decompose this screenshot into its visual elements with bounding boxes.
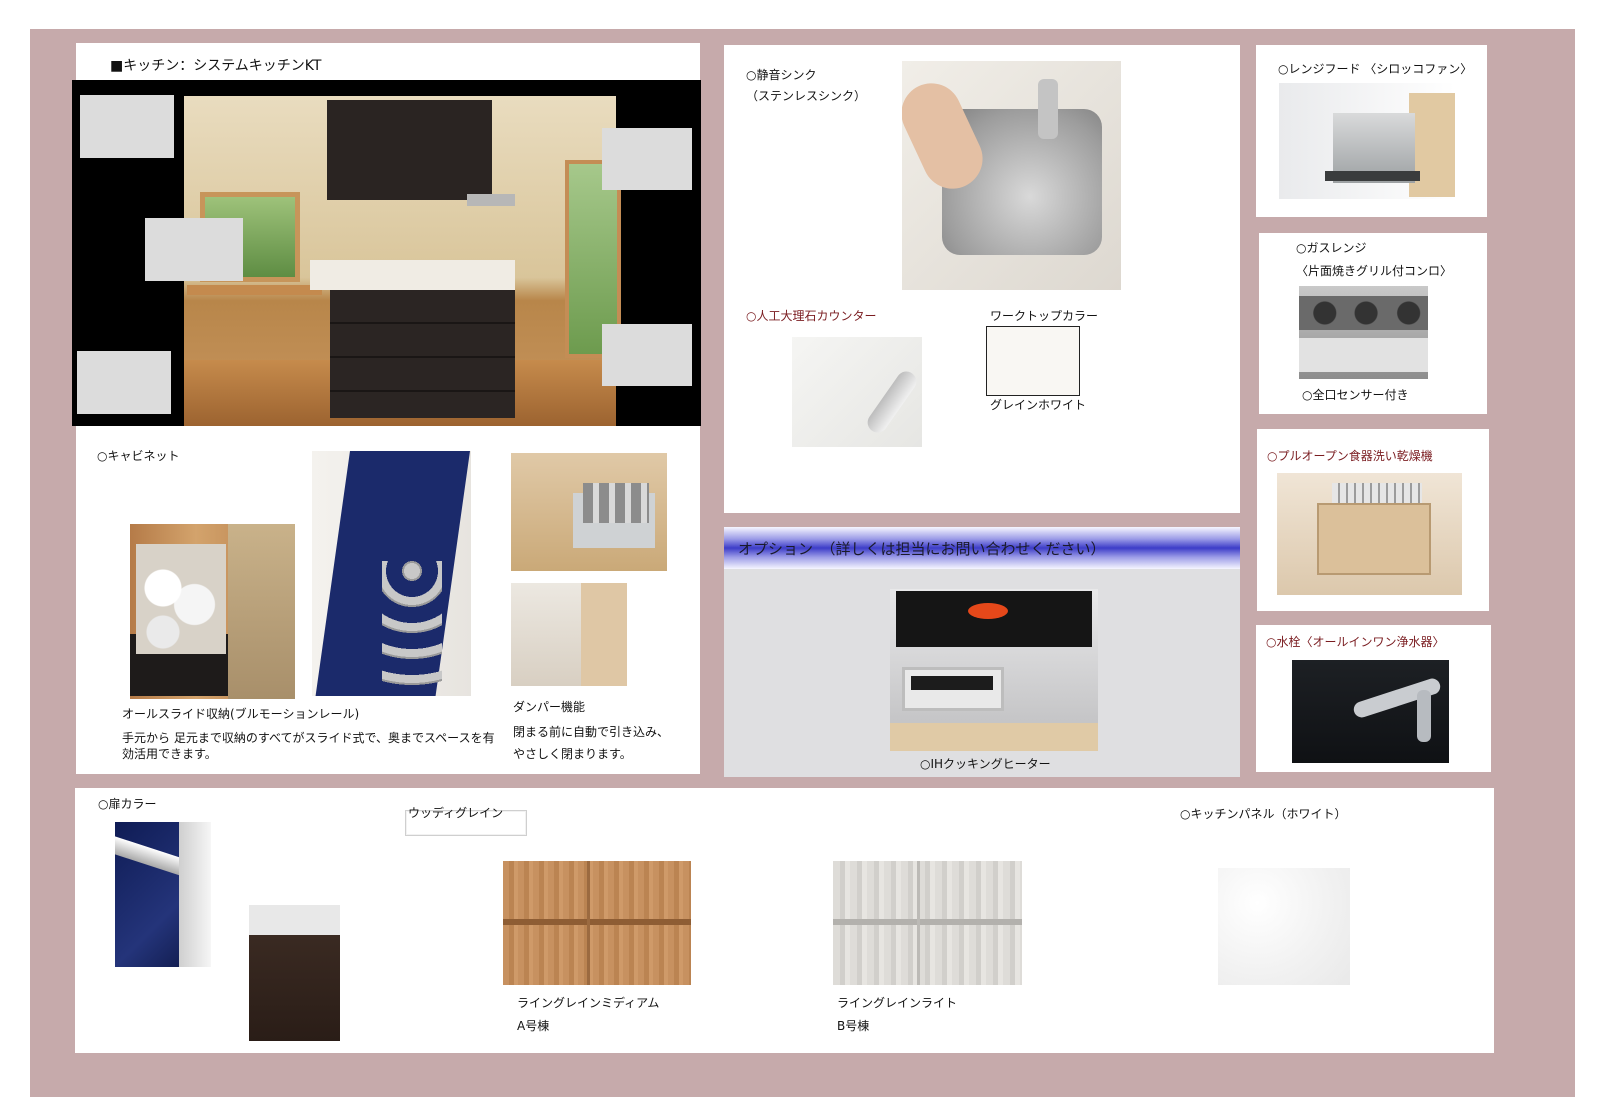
cabinet-photo-slide [312, 451, 471, 696]
cabinet-photo-damper [511, 583, 627, 686]
cabinet-photo-pots [511, 453, 667, 571]
door-sample-navy [115, 822, 211, 967]
counter-photo [792, 337, 922, 447]
door-sample-line-grain-medium [503, 861, 691, 985]
worktop-swatch [986, 326, 1080, 396]
gas-label: ○ガスレンジ [1296, 241, 1367, 255]
placeholder-box [145, 218, 243, 281]
kitchen-panel-label: ○キッチンパネル（ホワイト） [1180, 807, 1347, 821]
damper-title: ダンパー機能 [513, 700, 586, 714]
ih-label: ○IHクッキングヒーター [920, 757, 1051, 771]
line-grain-medium-building: A号棟 [517, 1019, 550, 1033]
placeholder-box [77, 351, 171, 414]
kitchen-title: ■キッチン：システムキッチンKT [110, 58, 322, 74]
placeholder-box [80, 95, 174, 158]
ih-heater-photo [890, 589, 1098, 751]
damper-desc-2: やさしく閉まります。 [513, 747, 632, 761]
worktop-color-name: グレインホワイト [990, 398, 1087, 412]
hood-photo [1279, 83, 1455, 199]
door-sample-line-grain-light [833, 861, 1022, 985]
gas-label-sub: 〈片面焼きグリル付コンロ〉 [1296, 264, 1453, 278]
line-grain-light-name: ライングレインライト [837, 996, 958, 1010]
placeholder-box [602, 324, 692, 386]
woody-grain-tag: ウッディグレイン [408, 806, 504, 820]
all-slide-desc-2: 効活用できます。 [122, 747, 217, 761]
cabinet-label: ○キャビネット [97, 449, 180, 463]
sink-photo [902, 61, 1121, 290]
door-sample-dark [249, 905, 340, 1041]
sink-label-sub: （ステンレスシンク） [746, 89, 867, 103]
counter-label: ○人工大理石カウンター [746, 309, 877, 323]
faucet-photo [1292, 660, 1449, 763]
line-grain-medium-name: ライングレインミディアム [517, 996, 660, 1010]
all-slide-desc: 手元から 足元まで収納のすべてがスライド式で、奥までスペースを有 [122, 731, 495, 745]
kitchen-panel-sample [1218, 868, 1350, 985]
damper-desc: 閉まる前に自動で引き込み、 [513, 725, 670, 739]
dishwasher-label: ○プルオープン食器洗い乾燥機 [1267, 449, 1433, 463]
dishwasher-photo [1277, 473, 1462, 595]
sink-label: ○静音シンク [746, 68, 817, 82]
door-color-label: ○扉カラー [98, 797, 157, 811]
worktop-label: ワークトップカラー [990, 309, 1099, 323]
kitchen-hero-photo [72, 80, 701, 426]
placeholder-box [602, 128, 692, 190]
gas-range-photo [1299, 286, 1428, 379]
gas-sensor-label: ○全口センサー付き [1302, 388, 1409, 402]
option-title: オプション （詳しくは担当にお問い合わせください） [738, 540, 1106, 558]
faucet-label: ○水栓〈オールインワン浄水器〉 [1266, 635, 1445, 649]
line-grain-light-building: B号棟 [837, 1019, 870, 1033]
cabinet-photo-drawer [130, 524, 295, 699]
all-slide-title: オールスライド収納(ブルモーションレール) [122, 707, 360, 721]
hood-label: ○レンジフード 〈シロッコファン〉 [1278, 62, 1473, 76]
